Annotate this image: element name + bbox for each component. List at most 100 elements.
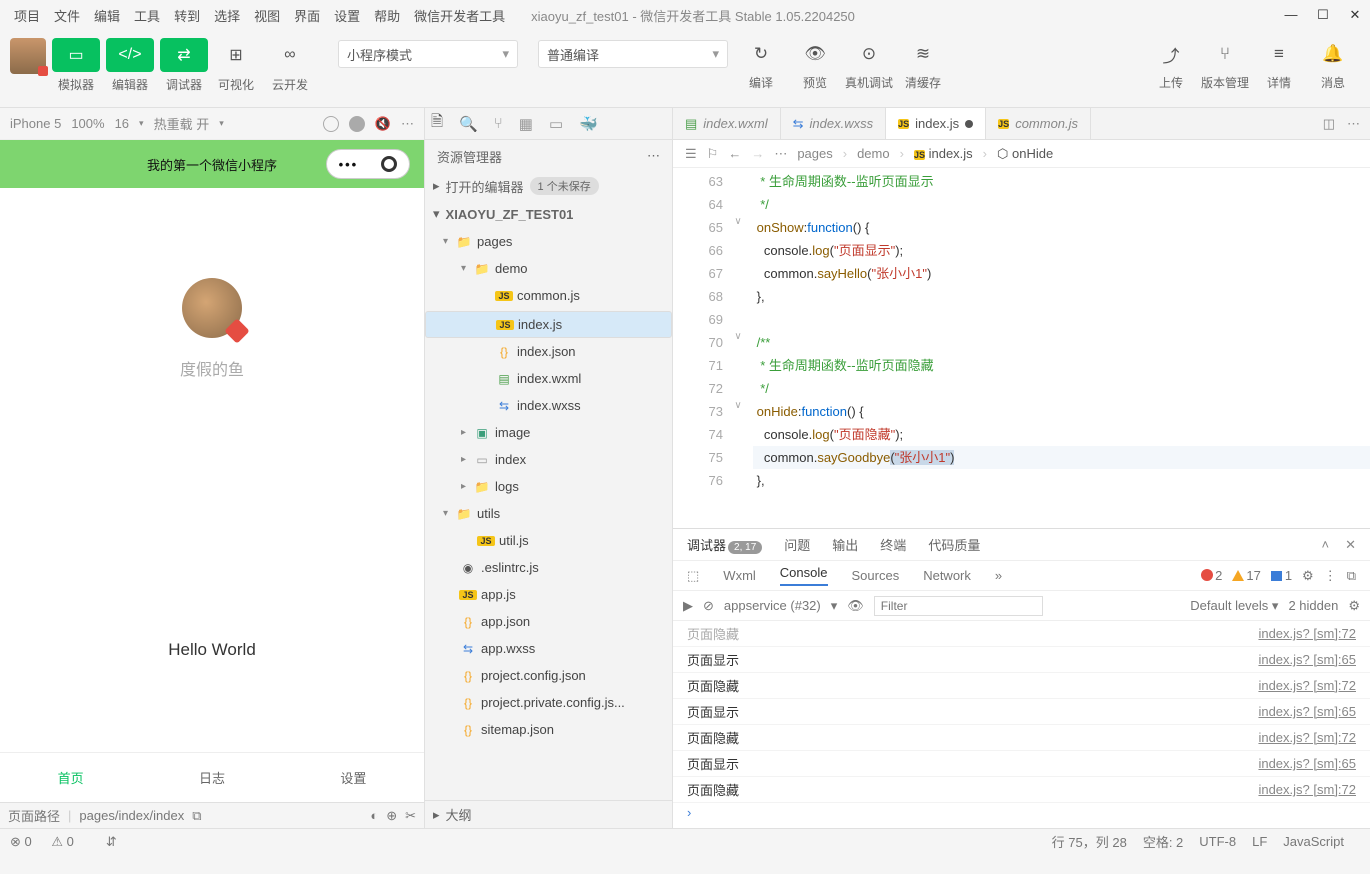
warn-count[interactable]: 17	[1232, 568, 1260, 583]
simulator-toggle[interactable]: ▭	[52, 38, 100, 72]
tree-index.wxss[interactable]: ⇆index.wxss	[425, 392, 672, 419]
devtab-more-icon[interactable]: »	[995, 568, 1002, 583]
page-path[interactable]: pages/index/index	[79, 808, 184, 823]
console-levels[interactable]: Default levels ▾	[1190, 598, 1278, 614]
ptab-输出[interactable]: 输出	[832, 535, 858, 554]
device-select[interactable]: iPhone 5	[10, 116, 61, 131]
panel-close-icon[interactable]: ✕	[1345, 537, 1356, 553]
crumb-fwd-icon[interactable]: →	[751, 146, 764, 161]
remote-debug-button[interactable]: ⊙真机调试	[842, 40, 896, 91]
menu-视图[interactable]: 视图	[248, 2, 286, 29]
crumb-0[interactable]: pages	[797, 146, 832, 161]
panel-collapse-icon[interactable]: ˄	[1322, 537, 1330, 553]
ptab-调试器[interactable]: 调试器2, 17	[687, 535, 762, 554]
tree-utils[interactable]: ▾📁utils	[425, 500, 672, 527]
explorer-ext-icon[interactable]: ▦	[519, 115, 533, 133]
edtab-index.wxml[interactable]: ▤index.wxml	[673, 108, 781, 139]
explorer-more-icon[interactable]: ⋯	[647, 148, 660, 164]
cloud-toggle[interactable]: ∞	[266, 38, 314, 72]
log-source[interactable]: index.js? [sm]:65	[1258, 756, 1356, 771]
split-editor-icon[interactable]: ◫	[1323, 116, 1335, 132]
edtab-common.js[interactable]: JScommon.js	[986, 108, 1091, 139]
menu-选择[interactable]: 选择	[208, 2, 246, 29]
tab-home[interactable]: 首页	[58, 768, 84, 787]
crumb-bookmark-icon[interactable]: ⚐	[707, 146, 719, 162]
close-button[interactable]: ✕	[1348, 7, 1362, 23]
explorer-db-icon[interactable]: ▭	[549, 115, 563, 133]
tab-settings[interactable]: 设置	[340, 768, 366, 787]
error-count[interactable]: 2	[1201, 568, 1222, 583]
clear-cache-button[interactable]: ≋清缓存	[896, 40, 950, 91]
upload-button[interactable]: ⤴上传	[1144, 40, 1198, 91]
console-settings-icon[interactable]: ⚙	[1348, 598, 1360, 614]
console-prompt[interactable]: ›	[673, 803, 1370, 822]
user-avatar[interactable]	[182, 278, 242, 338]
status-position[interactable]: 行 75，列 28	[1052, 832, 1127, 851]
tree-index.js[interactable]: JSindex.js	[425, 311, 672, 338]
devtab-sources[interactable]: Sources	[852, 568, 900, 583]
sim-more-icon[interactable]: ⋯	[401, 116, 414, 132]
font-select[interactable]: 16	[115, 116, 129, 131]
ptab-代码质量[interactable]: 代码质量	[928, 535, 980, 554]
log-source[interactable]: index.js? [sm]:72	[1258, 626, 1356, 641]
tree-project.private.config.js...[interactable]: {}project.private.config.js...	[425, 689, 672, 716]
preview-button[interactable]: 👁预览	[788, 40, 842, 91]
menu-帮助[interactable]: 帮助	[368, 2, 406, 29]
tree-logs[interactable]: ▸📁logs	[425, 473, 672, 500]
explorer-search-icon[interactable]: 🔍	[459, 115, 478, 133]
crumb-list-icon[interactable]: ☰	[685, 146, 697, 162]
explorer-docker-icon[interactable]: 🐳	[579, 115, 598, 133]
sim-refresh-icon[interactable]	[323, 116, 339, 132]
status-encoding[interactable]: UTF-8	[1199, 834, 1236, 849]
menu-编辑[interactable]: 编辑	[88, 2, 126, 29]
sim-mute-icon[interactable]: 🔇	[375, 116, 391, 132]
console-context[interactable]: appservice (#32)	[724, 598, 821, 613]
menu-工具[interactable]: 工具	[128, 2, 166, 29]
minimize-button[interactable]: —	[1284, 7, 1298, 23]
visual-toggle[interactable]: ⊞	[212, 38, 260, 72]
menu-转到[interactable]: 转到	[168, 2, 206, 29]
console-hidden[interactable]: 2 hidden	[1288, 598, 1338, 613]
tree-common.js[interactable]: JScommon.js	[425, 282, 672, 309]
crumb-2[interactable]: index.js	[929, 146, 973, 161]
hotreload-select[interactable]: 热重载 开	[154, 114, 210, 133]
tree-image[interactable]: ▸▣image	[425, 419, 672, 446]
ptab-终端[interactable]: 终端	[880, 535, 906, 554]
edtab-index.js[interactable]: JSindex.js	[886, 108, 986, 139]
devtools-menu-icon[interactable]: ⋮	[1324, 568, 1337, 584]
compile-select[interactable]: 普通编译▾	[538, 40, 728, 68]
crumb-3[interactable]: onHide	[1012, 146, 1053, 161]
tree-.eslintrc.js[interactable]: ◉.eslintrc.js	[425, 554, 672, 581]
tab-log[interactable]: 日志	[199, 768, 225, 787]
ptab-问题[interactable]: 问题	[784, 535, 810, 554]
explorer-git-icon[interactable]: ⑂	[494, 115, 503, 132]
crumb-1[interactable]: demo	[857, 146, 890, 161]
crumb-back-icon[interactable]: ←	[728, 146, 741, 161]
sim-scan-icon[interactable]: ⊕	[386, 808, 397, 824]
maximize-button[interactable]: ☐	[1316, 7, 1330, 23]
capsule-close-icon[interactable]	[381, 156, 397, 172]
menu-设置[interactable]: 设置	[328, 2, 366, 29]
console-clear-icon[interactable]: ⊘	[703, 598, 714, 614]
details-button[interactable]: ≡详情	[1252, 40, 1306, 91]
devtools-select-icon[interactable]: ⬚	[687, 568, 699, 584]
zoom-select[interactable]: 100%	[71, 116, 104, 131]
devtab-console[interactable]: Console	[780, 565, 828, 586]
msg-count[interactable]: 1	[1271, 568, 1292, 583]
menu-文件[interactable]: 文件	[48, 2, 86, 29]
log-source[interactable]: index.js? [sm]:72	[1258, 782, 1356, 797]
menu-项目[interactable]: 项目	[8, 2, 46, 29]
log-source[interactable]: index.js? [sm]:72	[1258, 678, 1356, 693]
copy-icon[interactable]: ⧉	[192, 808, 201, 824]
tree-index[interactable]: ▸▭index	[425, 446, 672, 473]
status-eol[interactable]: LF	[1252, 834, 1267, 849]
tree-index.wxml[interactable]: ▤index.wxml	[425, 365, 672, 392]
capsule-menu-icon[interactable]: •••	[339, 157, 359, 172]
status-lang[interactable]: JavaScript	[1283, 834, 1344, 849]
status-errors[interactable]: ⊗ 0 ⚠ 0	[10, 834, 90, 850]
tree-demo[interactable]: ▾📁demo	[425, 255, 672, 282]
status-spaces[interactable]: 空格: 2	[1143, 832, 1183, 851]
tree-app.json[interactable]: {}app.json	[425, 608, 672, 635]
console-eye-icon[interactable]: 👁	[847, 598, 864, 614]
log-source[interactable]: index.js? [sm]:65	[1258, 704, 1356, 719]
